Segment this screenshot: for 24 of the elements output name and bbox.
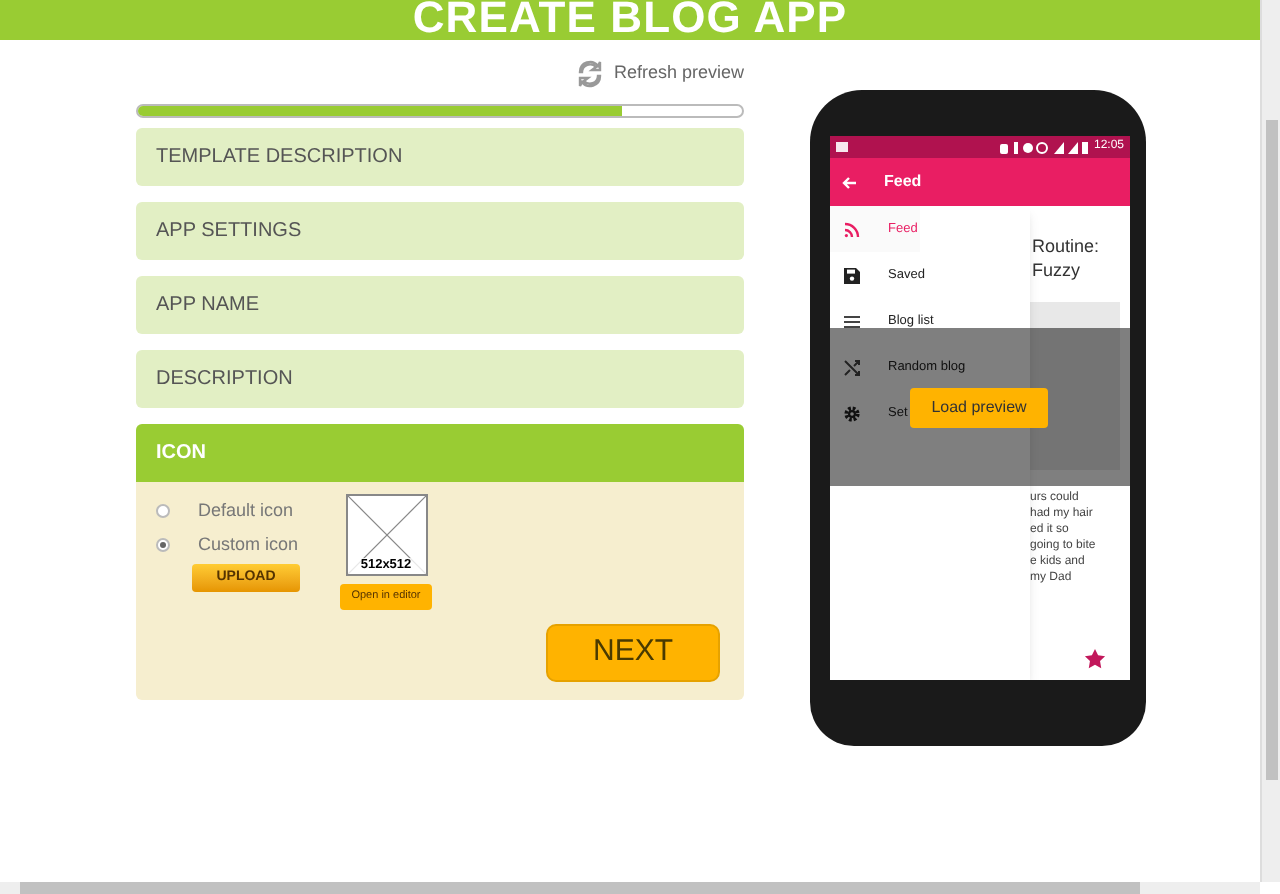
post-title-line: Routine:	[1032, 234, 1102, 258]
status-icons	[999, 141, 1088, 153]
back-arrow-icon[interactable]	[842, 175, 856, 189]
radio-label: Default icon	[198, 497, 294, 524]
section-header[interactable]: APP SETTINGS	[136, 202, 744, 260]
image-icon	[836, 142, 848, 152]
star-icon[interactable]	[1084, 648, 1106, 670]
shuffle-icon	[844, 359, 860, 375]
load-preview-button[interactable]: Load preview	[910, 388, 1048, 428]
radio-label: Custom icon	[198, 531, 299, 558]
radio-button[interactable]	[156, 538, 170, 552]
list-icon	[844, 315, 860, 327]
radio-button[interactable]	[156, 504, 170, 518]
gear-icon	[844, 405, 860, 421]
post-title-line: Fuzzy	[1032, 258, 1083, 282]
section-header[interactable]: TEMPLATE DESCRIPTION	[136, 128, 744, 186]
section-header[interactable]: APP NAME	[136, 276, 744, 334]
page-title: CREATE BLOG APP	[412, 0, 848, 40]
rss-icon	[844, 221, 860, 237]
refresh-icon	[573, 58, 606, 90]
app-bar-title: Feed	[884, 170, 922, 194]
refresh-preview-button[interactable]: Refresh preview	[573, 58, 744, 90]
next-button[interactable]: NEXT	[546, 624, 720, 682]
section-header[interactable]: DESCRIPTION	[136, 350, 744, 408]
